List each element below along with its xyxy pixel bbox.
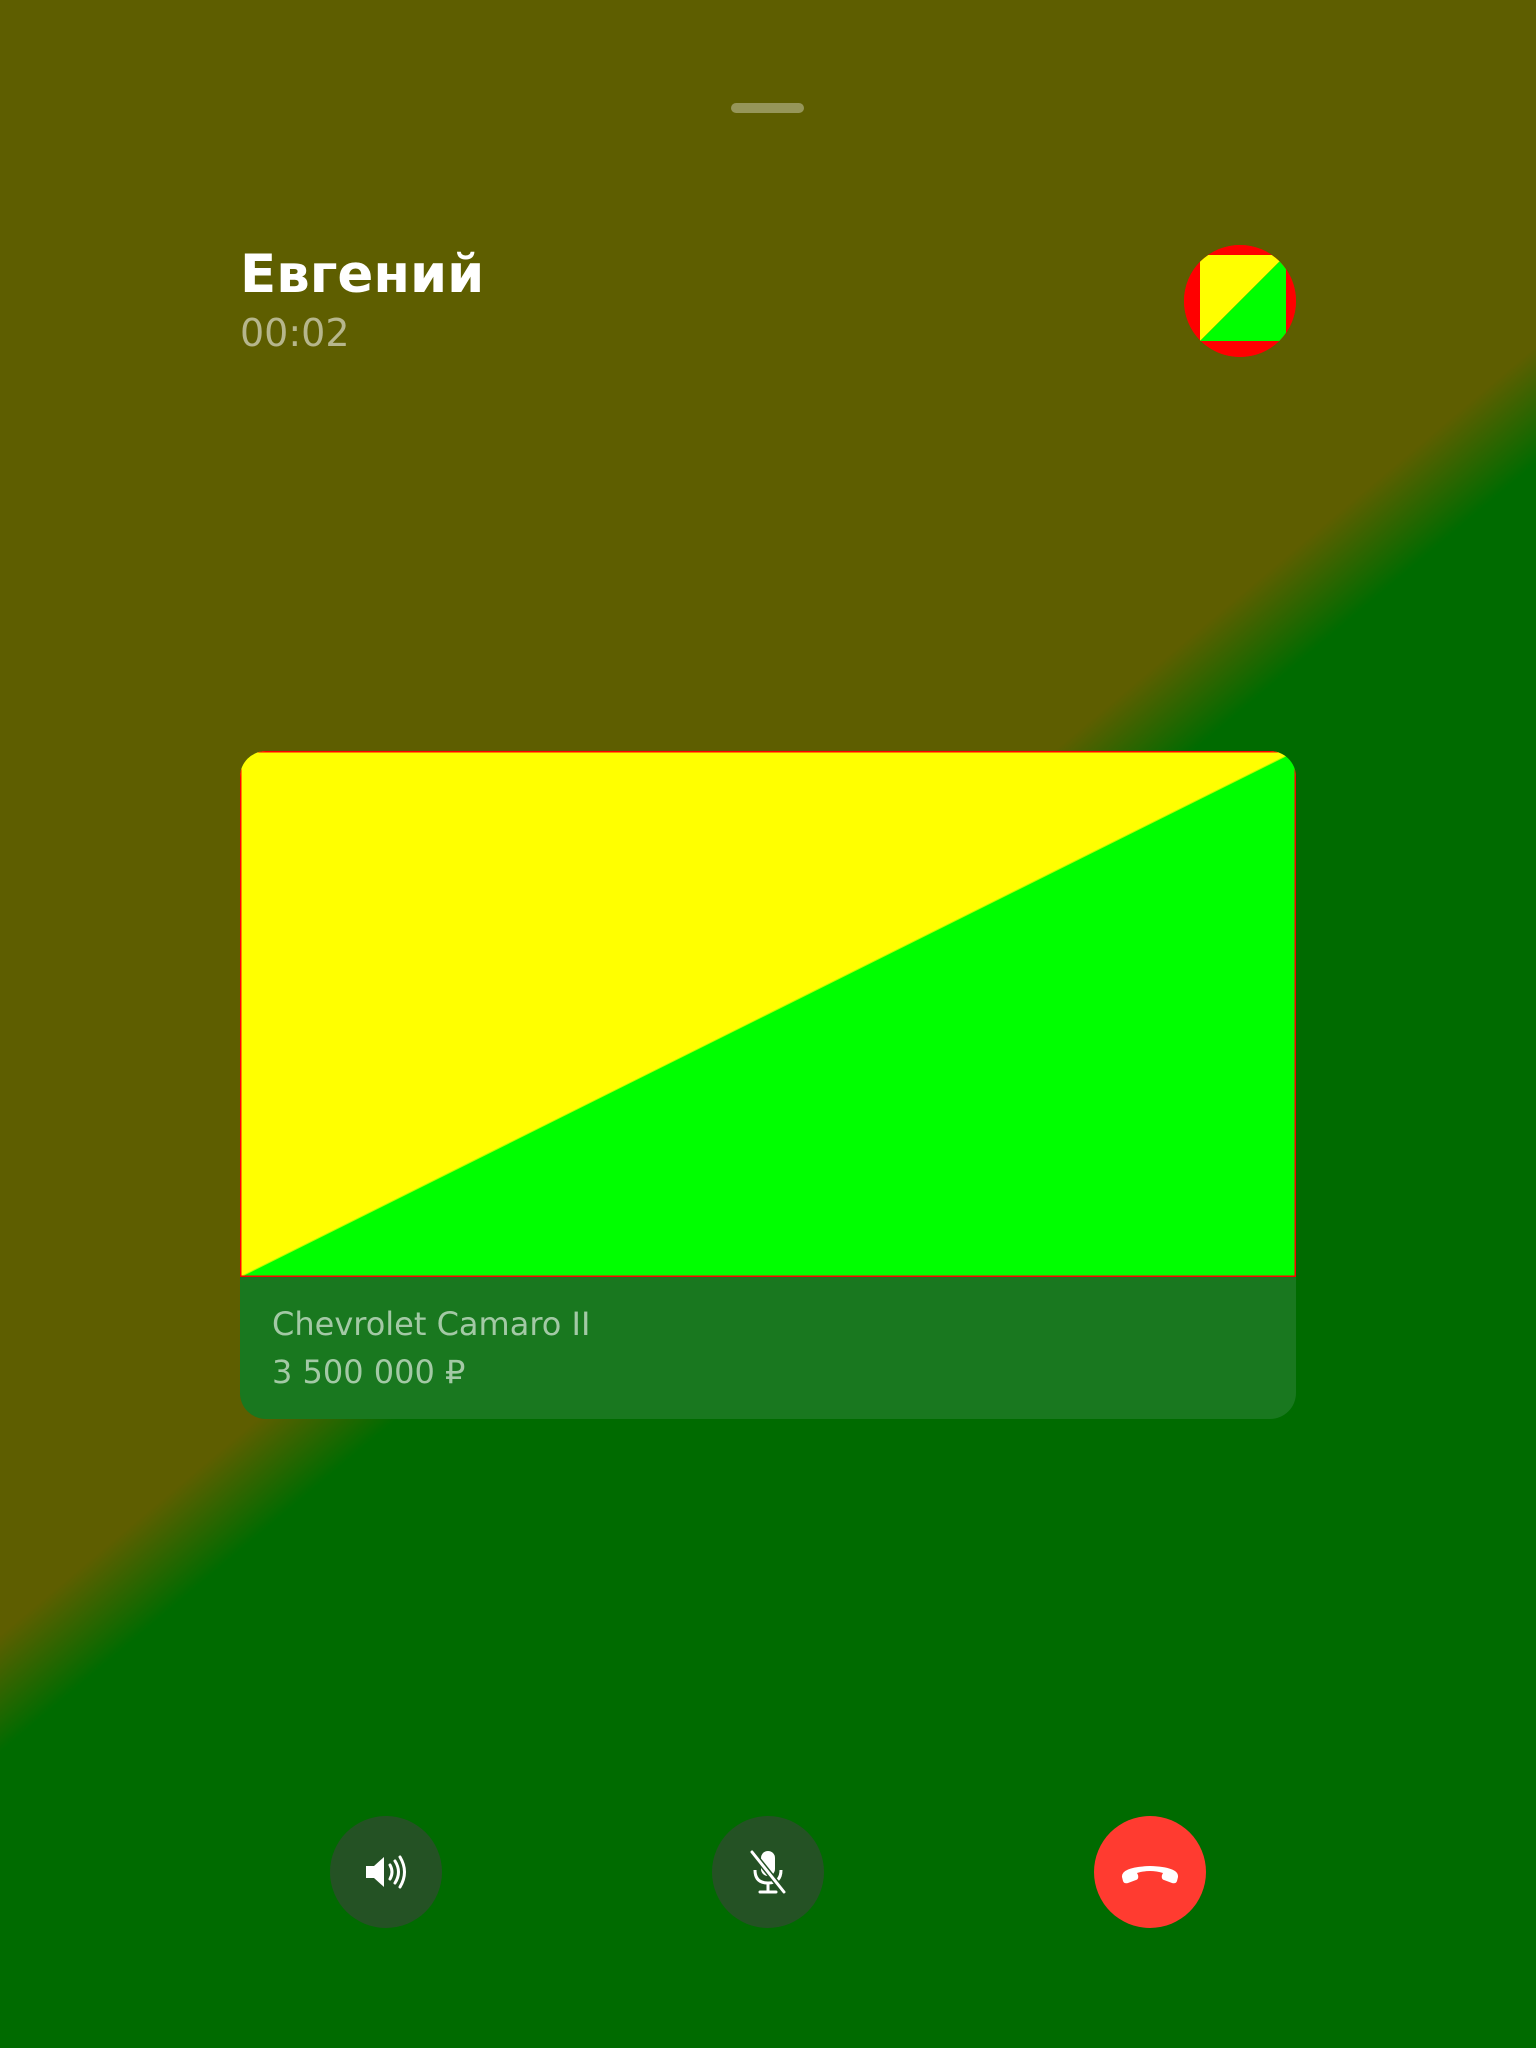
speaker-icon: [362, 1852, 410, 1892]
mic-off-icon: [748, 1848, 788, 1896]
avatar: [1184, 245, 1296, 357]
listing-card[interactable]: Chevrolet Camaro II 3 500 000 ₽: [240, 751, 1296, 1419]
phone-hangup-icon: [1117, 1857, 1183, 1887]
listing-image: [240, 751, 1296, 1277]
call-timer: 00:02: [240, 311, 350, 355]
caller-name: Евгений: [240, 244, 485, 305]
drag-handle[interactable]: [731, 103, 804, 113]
listing-price: 3 500 000 ₽: [272, 1353, 466, 1391]
listing-title: Chevrolet Camaro II: [272, 1305, 591, 1343]
speaker-button[interactable]: [330, 1816, 442, 1928]
call-screen: Евгений 00:02 Chevrolet Camaro II 3 500 …: [0, 0, 1536, 2048]
mute-button[interactable]: [712, 1816, 824, 1928]
end-call-button[interactable]: [1094, 1816, 1206, 1928]
listing-info: Chevrolet Camaro II 3 500 000 ₽: [240, 1277, 1296, 1419]
